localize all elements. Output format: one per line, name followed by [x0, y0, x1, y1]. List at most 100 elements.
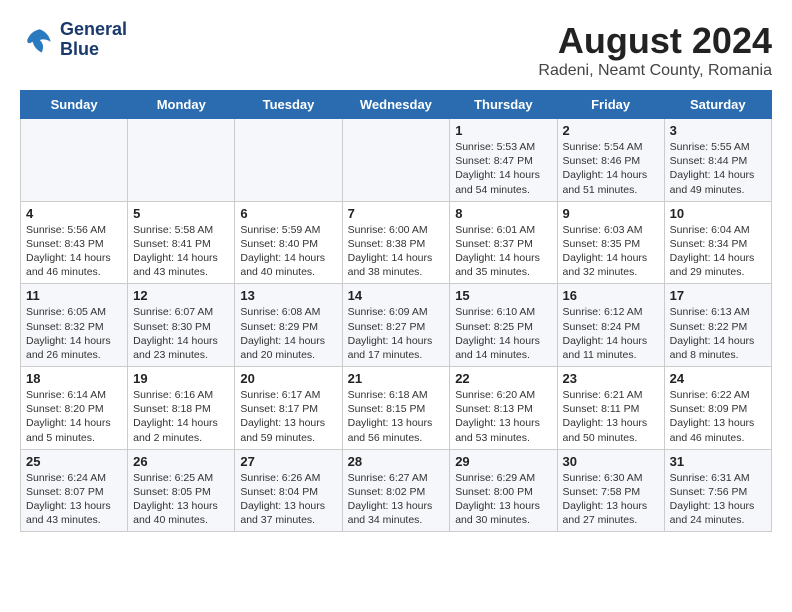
- day-number: 8: [455, 206, 551, 221]
- calendar-cell: 28 Sunrise: 6:27 AM Sunset: 8:02 PM Dayli…: [342, 449, 450, 532]
- day-info: Sunrise: 6:08 AM Sunset: 8:29 PM Dayligh…: [240, 305, 336, 362]
- day-info: Sunrise: 6:26 AM Sunset: 8:04 PM Dayligh…: [240, 471, 336, 528]
- calendar-cell: [128, 119, 235, 202]
- day-info: Sunrise: 5:53 AM Sunset: 8:47 PM Dayligh…: [455, 140, 551, 197]
- calendar-cell: 9 Sunrise: 6:03 AM Sunset: 8:35 PM Daylig…: [557, 201, 664, 284]
- calendar-cell: 3 Sunrise: 5:55 AM Sunset: 8:44 PM Daylig…: [664, 119, 771, 202]
- day-info: Sunrise: 6:29 AM Sunset: 8:00 PM Dayligh…: [455, 471, 551, 528]
- day-number: 11: [26, 288, 122, 303]
- day-number: 4: [26, 206, 122, 221]
- calendar-cell: [235, 119, 342, 202]
- calendar-table: SundayMondayTuesdayWednesdayThursdayFrid…: [20, 90, 772, 532]
- day-info: Sunrise: 5:55 AM Sunset: 8:44 PM Dayligh…: [670, 140, 766, 197]
- calendar-cell: 29 Sunrise: 6:29 AM Sunset: 8:00 PM Dayli…: [450, 449, 557, 532]
- col-header-monday: Monday: [128, 91, 235, 119]
- calendar-cell: 21 Sunrise: 6:18 AM Sunset: 8:15 PM Dayli…: [342, 367, 450, 450]
- day-number: 3: [670, 123, 766, 138]
- day-number: 14: [348, 288, 445, 303]
- day-info: Sunrise: 5:58 AM Sunset: 8:41 PM Dayligh…: [133, 223, 229, 280]
- calendar-cell: 5 Sunrise: 5:58 AM Sunset: 8:41 PM Daylig…: [128, 201, 235, 284]
- day-number: 22: [455, 371, 551, 386]
- calendar-cell: [342, 119, 450, 202]
- calendar-cell: 27 Sunrise: 6:26 AM Sunset: 8:04 PM Dayli…: [235, 449, 342, 532]
- day-number: 5: [133, 206, 229, 221]
- day-info: Sunrise: 6:01 AM Sunset: 8:37 PM Dayligh…: [455, 223, 551, 280]
- col-header-friday: Friday: [557, 91, 664, 119]
- day-number: 6: [240, 206, 336, 221]
- day-info: Sunrise: 6:10 AM Sunset: 8:25 PM Dayligh…: [455, 305, 551, 362]
- title-block: August 2024 Radeni, Neamt County, Romani…: [538, 20, 772, 80]
- page-subtitle: Radeni, Neamt County, Romania: [538, 62, 772, 80]
- day-number: 25: [26, 454, 122, 469]
- col-header-thursday: Thursday: [450, 91, 557, 119]
- day-number: 27: [240, 454, 336, 469]
- calendar-header-row: SundayMondayTuesdayWednesdayThursdayFrid…: [21, 91, 772, 119]
- day-number: 17: [670, 288, 766, 303]
- calendar-cell: 6 Sunrise: 5:59 AM Sunset: 8:40 PM Daylig…: [235, 201, 342, 284]
- calendar-cell: 17 Sunrise: 6:13 AM Sunset: 8:22 PM Dayli…: [664, 284, 771, 367]
- day-info: Sunrise: 6:17 AM Sunset: 8:17 PM Dayligh…: [240, 388, 336, 445]
- day-info: Sunrise: 6:05 AM Sunset: 8:32 PM Dayligh…: [26, 305, 122, 362]
- calendar-cell: 4Sunrise: 5:56 AM Sunset: 8:43 PM Daylig…: [21, 201, 128, 284]
- calendar-cell: 30Sunrise: 6:30 AM Sunset: 7:58 PM Dayli…: [557, 449, 664, 532]
- col-header-tuesday: Tuesday: [235, 91, 342, 119]
- day-number: 13: [240, 288, 336, 303]
- calendar-cell: 19 Sunrise: 6:16 AM Sunset: 8:18 PM Dayli…: [128, 367, 235, 450]
- page-title: August 2024: [538, 20, 772, 62]
- day-info: Sunrise: 6:12 AM Sunset: 8:24 PM Dayligh…: [563, 305, 659, 362]
- calendar-cell: 8 Sunrise: 6:01 AM Sunset: 8:37 PM Daylig…: [450, 201, 557, 284]
- day-number: 9: [563, 206, 659, 221]
- day-info: Sunrise: 5:54 AM Sunset: 8:46 PM Dayligh…: [563, 140, 659, 197]
- calendar-week-4: 18Sunrise: 6:14 AM Sunset: 8:20 PM Dayli…: [21, 367, 772, 450]
- day-info: Sunrise: 6:07 AM Sunset: 8:30 PM Dayligh…: [133, 305, 229, 362]
- calendar-cell: 25 Sunrise: 6:24 AM Sunset: 8:07 PM Dayli…: [21, 449, 128, 532]
- day-number: 16: [563, 288, 659, 303]
- page-header: General Blue August 2024 Radeni, Neamt C…: [20, 20, 772, 80]
- day-info: Sunrise: 6:04 AM Sunset: 8:34 PM Dayligh…: [670, 223, 766, 280]
- day-number: 10: [670, 206, 766, 221]
- day-number: 29: [455, 454, 551, 469]
- col-header-wednesday: Wednesday: [342, 91, 450, 119]
- calendar-cell: 23Sunrise: 6:21 AM Sunset: 8:11 PM Dayli…: [557, 367, 664, 450]
- calendar-cell: 26 Sunrise: 6:25 AM Sunset: 8:05 PM Dayli…: [128, 449, 235, 532]
- day-number: 7: [348, 206, 445, 221]
- calendar-week-1: 1 Sunrise: 5:53 AM Sunset: 8:47 PM Daylig…: [21, 119, 772, 202]
- calendar-cell: 10 Sunrise: 6:04 AM Sunset: 8:34 PM Dayli…: [664, 201, 771, 284]
- calendar-cell: 12 Sunrise: 6:07 AM Sunset: 8:30 PM Dayli…: [128, 284, 235, 367]
- calendar-cell: 7 Sunrise: 6:00 AM Sunset: 8:38 PM Daylig…: [342, 201, 450, 284]
- day-number: 12: [133, 288, 229, 303]
- day-number: 18: [26, 371, 122, 386]
- day-info: Sunrise: 6:18 AM Sunset: 8:15 PM Dayligh…: [348, 388, 445, 445]
- calendar-cell: 18Sunrise: 6:14 AM Sunset: 8:20 PM Dayli…: [21, 367, 128, 450]
- logo-icon: [20, 22, 56, 58]
- col-header-sunday: Sunday: [21, 91, 128, 119]
- day-number: 21: [348, 371, 445, 386]
- day-number: 28: [348, 454, 445, 469]
- logo: General Blue: [20, 20, 127, 60]
- calendar-cell: 22 Sunrise: 6:20 AM Sunset: 8:13 PM Dayli…: [450, 367, 557, 450]
- day-info: Sunrise: 6:09 AM Sunset: 8:27 PM Dayligh…: [348, 305, 445, 362]
- calendar-cell: [21, 119, 128, 202]
- day-info: Sunrise: 6:24 AM Sunset: 8:07 PM Dayligh…: [26, 471, 122, 528]
- day-number: 26: [133, 454, 229, 469]
- logo-line1: General: [60, 20, 127, 40]
- day-number: 19: [133, 371, 229, 386]
- day-info: Sunrise: 6:27 AM Sunset: 8:02 PM Dayligh…: [348, 471, 445, 528]
- day-info: Sunrise: 6:25 AM Sunset: 8:05 PM Dayligh…: [133, 471, 229, 528]
- calendar-cell: 14 Sunrise: 6:09 AM Sunset: 8:27 PM Dayli…: [342, 284, 450, 367]
- day-info: Sunrise: 6:20 AM Sunset: 8:13 PM Dayligh…: [455, 388, 551, 445]
- logo-line2: Blue: [60, 40, 127, 60]
- day-info: Sunrise: 6:31 AM Sunset: 7:56 PM Dayligh…: [670, 471, 766, 528]
- calendar-cell: 1 Sunrise: 5:53 AM Sunset: 8:47 PM Daylig…: [450, 119, 557, 202]
- calendar-cell: 20 Sunrise: 6:17 AM Sunset: 8:17 PM Dayli…: [235, 367, 342, 450]
- day-info: Sunrise: 6:00 AM Sunset: 8:38 PM Dayligh…: [348, 223, 445, 280]
- day-info: Sunrise: 6:13 AM Sunset: 8:22 PM Dayligh…: [670, 305, 766, 362]
- day-number: 1: [455, 123, 551, 138]
- day-number: 23: [563, 371, 659, 386]
- day-info: Sunrise: 6:16 AM Sunset: 8:18 PM Dayligh…: [133, 388, 229, 445]
- day-number: 2: [563, 123, 659, 138]
- day-number: 20: [240, 371, 336, 386]
- day-info: Sunrise: 6:03 AM Sunset: 8:35 PM Dayligh…: [563, 223, 659, 280]
- day-info: Sunrise: 5:59 AM Sunset: 8:40 PM Dayligh…: [240, 223, 336, 280]
- calendar-cell: 16 Sunrise: 6:12 AM Sunset: 8:24 PM Dayli…: [557, 284, 664, 367]
